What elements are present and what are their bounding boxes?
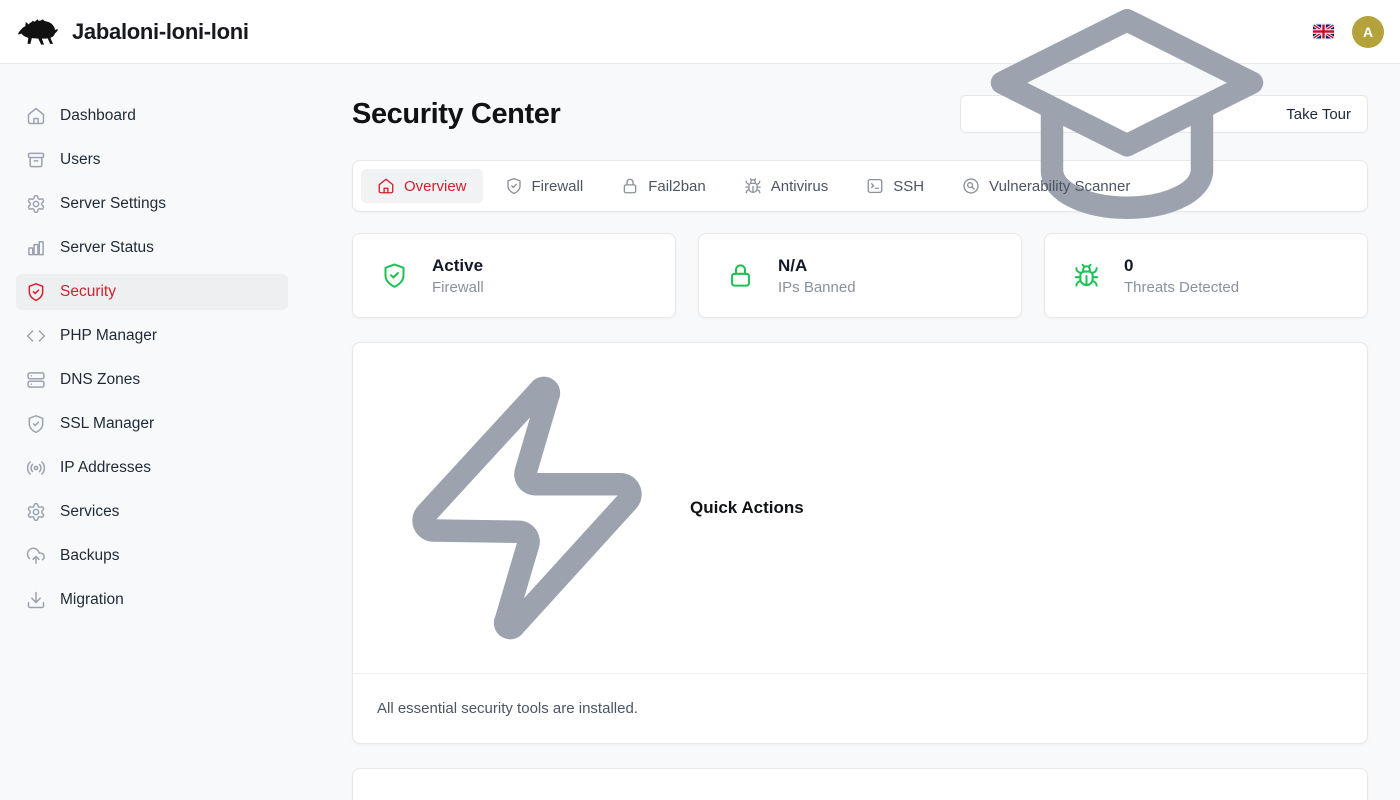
sidebar-item-dns-zones[interactable]: DNS Zones <box>16 362 288 398</box>
brand[interactable]: Jabaloni-loni-loni <box>16 13 249 51</box>
quick-actions-panel: Quick Actions All essential security too… <box>352 342 1368 744</box>
shield-check-icon <box>505 177 523 195</box>
tab-label: Vulnerability Scanner <box>989 178 1130 195</box>
sidebar: Dashboard Users Server Settings Server Stat… <box>0 64 304 800</box>
tab-firewall[interactable]: Firewall <box>489 169 600 203</box>
boar-logo-icon <box>16 13 62 51</box>
terminal-icon <box>866 177 884 195</box>
sidebar-item-services[interactable]: Services <box>16 494 288 530</box>
take-tour-button[interactable]: Take Tour <box>960 95 1368 133</box>
clipboard-list-icon <box>377 784 677 800</box>
sidebar-item-dashboard[interactable]: Dashboard <box>16 98 288 134</box>
sidebar-item-label: Server Status <box>60 239 154 257</box>
user-avatar[interactable]: A <box>1352 16 1384 48</box>
tab-label: Firewall <box>532 178 584 195</box>
cloud-upload-icon <box>26 546 46 566</box>
take-tour-label: Take Tour <box>1286 106 1351 123</box>
status-card-label: Threats Detected <box>1124 279 1239 296</box>
shield-check-icon <box>26 282 46 302</box>
sidebar-item-backups[interactable]: Backups <box>16 538 288 574</box>
status-card-threats-detected: 0 Threats Detected <box>1044 233 1368 318</box>
radio-icon <box>26 458 46 478</box>
code-icon <box>26 326 46 346</box>
sidebar-item-server-status[interactable]: Server Status <box>16 230 288 266</box>
status-card-value: N/A <box>778 256 856 276</box>
sidebar-item-security[interactable]: Security <box>16 274 288 310</box>
tab-label: SSH <box>893 178 924 195</box>
tab-label: Fail2ban <box>648 178 706 195</box>
home-icon <box>26 106 46 126</box>
sidebar-item-label: DNS Zones <box>60 371 140 389</box>
graduation-cap-icon <box>977 0 1277 264</box>
status-cards: Active Firewall N/A IPs Banned 0 Threats Dete… <box>352 233 1368 318</box>
sidebar-item-ip-addresses[interactable]: IP Addresses <box>16 450 288 486</box>
sidebar-item-migration[interactable]: Migration <box>16 582 288 618</box>
status-card-ips-banned: N/A IPs Banned <box>698 233 1022 318</box>
sidebar-item-label: Migration <box>60 591 124 609</box>
lock-icon <box>621 177 639 195</box>
sidebar-item-label: Security <box>60 283 116 301</box>
audit-logs-panel: Recent Audit Logs ActionCategoryDescript… <box>352 768 1368 800</box>
status-card-value: 0 <box>1124 256 1239 276</box>
language-flag-icon[interactable] <box>1313 24 1334 39</box>
tab-label: Overview <box>404 178 467 195</box>
app-title: Jabaloni-loni-loni <box>72 19 249 45</box>
sidebar-item-label: Backups <box>60 547 119 565</box>
sidebar-item-label: Services <box>60 503 119 521</box>
home-icon <box>377 177 395 195</box>
lock-icon <box>727 262 754 289</box>
sidebar-item-users[interactable]: Users <box>16 142 288 178</box>
main-content: Security Center Take Tour Overview Firewa… <box>304 64 1400 800</box>
tab-overview[interactable]: Overview <box>361 169 483 203</box>
bug-icon <box>1073 262 1100 289</box>
sidebar-item-label: Dashboard <box>60 107 136 125</box>
status-card-value: Active <box>432 256 484 276</box>
page-title: Security Center <box>352 98 560 131</box>
gear-icon <box>26 502 46 522</box>
archive-icon <box>26 150 46 170</box>
tab-antivirus[interactable]: Antivirus <box>728 169 845 203</box>
tab-label: Antivirus <box>771 178 829 195</box>
download-icon <box>26 590 46 610</box>
sidebar-item-label: PHP Manager <box>60 327 157 345</box>
sidebar-item-label: SSL Manager <box>60 415 154 433</box>
shield-check-icon <box>381 262 408 289</box>
bar-chart-icon <box>26 238 46 258</box>
gear-icon <box>26 194 46 214</box>
status-card-label: Firewall <box>432 279 484 296</box>
bug-icon <box>744 177 762 195</box>
quick-actions-message: All essential security tools are install… <box>377 700 1343 717</box>
sidebar-item-label: Users <box>60 151 100 169</box>
sidebar-item-ssl-manager[interactable]: SSL Manager <box>16 406 288 442</box>
status-card-label: IPs Banned <box>778 279 856 296</box>
zap-icon <box>377 358 677 658</box>
sidebar-item-label: Server Settings <box>60 195 166 213</box>
sidebar-item-server-settings[interactable]: Server Settings <box>16 186 288 222</box>
quick-actions-title: Quick Actions <box>690 498 804 518</box>
sidebar-item-label: IP Addresses <box>60 459 151 477</box>
sidebar-item-php-manager[interactable]: PHP Manager <box>16 318 288 354</box>
scan-search-icon <box>962 177 980 195</box>
tab-vulnerability-scanner[interactable]: Vulnerability Scanner <box>946 169 1146 203</box>
status-card-firewall: Active Firewall <box>352 233 676 318</box>
server-icon <box>26 370 46 390</box>
tab-fail2ban[interactable]: Fail2ban <box>605 169 722 203</box>
shield-check-icon <box>26 414 46 434</box>
tab-ssh[interactable]: SSH <box>850 169 940 203</box>
